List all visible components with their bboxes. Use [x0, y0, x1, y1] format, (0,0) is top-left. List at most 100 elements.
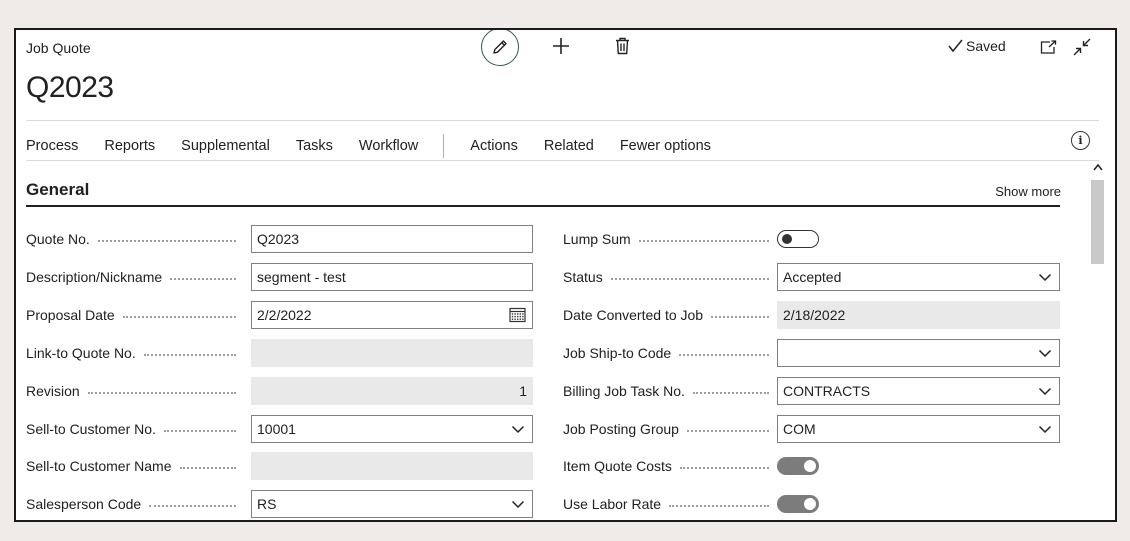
field-label-job-ship-to-code: Job Ship-to Code — [563, 339, 773, 367]
toggle-knob — [782, 234, 792, 244]
field-label-text: Status — [563, 269, 603, 285]
field-label-text: Job Posting Group — [563, 421, 679, 437]
label-leader-dots — [711, 316, 769, 318]
saved-label: Saved — [966, 38, 1006, 54]
new-button[interactable] — [550, 35, 572, 57]
toggle-knob — [804, 460, 816, 472]
section-title[interactable]: General — [26, 180, 89, 200]
field-row-status: Status Accepted — [563, 263, 1060, 291]
field-label-sell-to-customer-name: Sell-to Customer Name — [26, 452, 240, 480]
toggle-knob — [804, 498, 816, 510]
pencil-icon — [493, 40, 507, 54]
status-field[interactable]: Accepted — [777, 263, 1060, 291]
item-quote-costs-toggle[interactable] — [777, 457, 819, 475]
label-leader-dots — [179, 467, 236, 469]
use-labor-rate-toggle[interactable] — [777, 495, 819, 513]
menu-item-workflow[interactable]: Workflow — [359, 138, 418, 154]
field-label-text: Quote No. — [26, 231, 90, 247]
header-divider — [26, 120, 1099, 121]
field-label-text: Billing Job Task No. — [563, 383, 685, 399]
field-label-item-quote-costs: Item Quote Costs — [563, 452, 773, 480]
menu-item-related[interactable]: Related — [544, 138, 594, 154]
scroll-up-arrow-icon[interactable] — [1093, 163, 1103, 171]
date-converted-to-job-field: 2/18/2022 — [777, 301, 1060, 329]
label-leader-dots — [143, 354, 236, 356]
job-quote-window: Job Quote Q2023 Saved Process Reports Su… — [14, 28, 1117, 522]
collapse-button[interactable] — [1071, 36, 1093, 58]
job-posting-group-field[interactable]: COM — [777, 415, 1060, 443]
field-label-quote-no: Quote No. — [26, 225, 240, 253]
menu-item-process[interactable]: Process — [26, 138, 78, 154]
field-label-text: Sell-to Customer Name — [26, 458, 172, 474]
field-label-use-labor-rate: Use Labor Rate — [563, 490, 773, 518]
sell-to-customer-no-field[interactable]: 10001 — [251, 415, 533, 443]
field-label-text: Lump Sum — [563, 231, 631, 247]
field-row-date-converted-to-job: Date Converted to Job 2/18/2022 — [563, 301, 1060, 329]
trash-icon — [615, 37, 629, 55]
job-ship-to-code-field[interactable] — [777, 339, 1060, 367]
field-row-link-to-quote-no: Link-to Quote No. — [26, 339, 533, 367]
lump-sum-toggle[interactable] — [777, 230, 819, 248]
field-label-text: Description/Nickname — [26, 269, 163, 285]
field-value: Q2023 — [257, 231, 300, 247]
info-icon[interactable]: i — [1071, 131, 1090, 150]
salesperson-code-field[interactable]: RS — [251, 490, 533, 518]
section-underline — [26, 205, 1060, 207]
delete-button[interactable] — [612, 35, 632, 57]
label-leader-dots — [149, 505, 236, 507]
open-in-new-window-button[interactable] — [1038, 37, 1058, 57]
field-row-job-ship-to-code: Job Ship-to Code — [563, 339, 1060, 367]
label-leader-dots — [686, 430, 769, 432]
chevron-down-icon[interactable] — [1038, 349, 1052, 358]
field-label-text: Use Labor Rate — [563, 496, 662, 512]
action-bar: Process Reports Supplemental Tasks Workf… — [26, 134, 737, 158]
page-type-caption: Job Quote — [26, 40, 91, 56]
field-label-text: Proposal Date — [26, 307, 115, 323]
field-row-item-quote-costs: Item Quote Costs — [563, 452, 1060, 480]
scrollbar-thumb[interactable] — [1091, 180, 1104, 264]
field-value: 1 — [519, 383, 527, 399]
field-label-link-to-quote-no: Link-to Quote No. — [26, 339, 240, 367]
field-value: COM — [783, 421, 816, 437]
calendar-icon[interactable] — [509, 307, 526, 323]
field-row-quote-no: Quote No. Q2023 — [26, 225, 533, 253]
menu-item-reports[interactable]: Reports — [104, 138, 155, 154]
label-leader-dots — [122, 316, 236, 318]
field-label-lump-sum: Lump Sum — [563, 225, 773, 253]
label-leader-dots — [610, 278, 769, 280]
sell-to-customer-name-field — [251, 452, 533, 480]
field-value: 2/2/2022 — [257, 307, 312, 323]
chevron-down-icon[interactable] — [1038, 387, 1052, 396]
field-value: RS — [257, 496, 277, 512]
record-title: Q2023 — [26, 71, 114, 104]
proposal-date-field[interactable]: 2/2/2022 — [251, 301, 533, 329]
edit-button[interactable] — [481, 30, 519, 66]
field-row-salesperson-code: Salesperson Code RS — [26, 490, 533, 518]
quote-no-field[interactable]: Q2023 — [251, 225, 533, 253]
field-value: segment - test — [257, 269, 346, 285]
label-leader-dots — [638, 240, 769, 242]
field-label-proposal-date: Proposal Date — [26, 301, 240, 329]
menu-item-actions[interactable]: Actions — [470, 138, 518, 154]
field-label-description-nickname: Description/Nickname — [26, 263, 240, 291]
billing-job-task-no-field[interactable]: CONTRACTS — [777, 377, 1060, 405]
chevron-down-icon[interactable] — [1038, 425, 1052, 434]
show-more-link[interactable]: Show more — [995, 184, 1061, 199]
field-label-text: Sell-to Customer No. — [26, 421, 156, 437]
field-row-lump-sum: Lump Sum — [563, 225, 1060, 253]
field-label-text: Item Quote Costs — [563, 458, 672, 474]
menu-item-tasks[interactable]: Tasks — [296, 138, 333, 154]
description-nickname-field[interactable]: segment - test — [251, 263, 533, 291]
field-row-revision: Revision 1 — [26, 377, 533, 405]
collapse-icon — [1073, 38, 1091, 56]
menu-item-fewer-options[interactable]: Fewer options — [620, 138, 711, 154]
chevron-down-icon[interactable] — [511, 425, 525, 434]
field-row-proposal-date: Proposal Date 2/2/2022 — [26, 301, 533, 329]
menu-item-supplemental[interactable]: Supplemental — [181, 138, 270, 154]
menu-divider — [26, 160, 1099, 161]
field-label-revision: Revision — [26, 377, 240, 405]
field-row-sell-to-customer-name: Sell-to Customer Name — [26, 452, 533, 480]
field-label-text: Job Ship-to Code — [563, 345, 672, 361]
chevron-down-icon[interactable] — [1038, 273, 1052, 282]
chevron-down-icon[interactable] — [511, 500, 525, 509]
